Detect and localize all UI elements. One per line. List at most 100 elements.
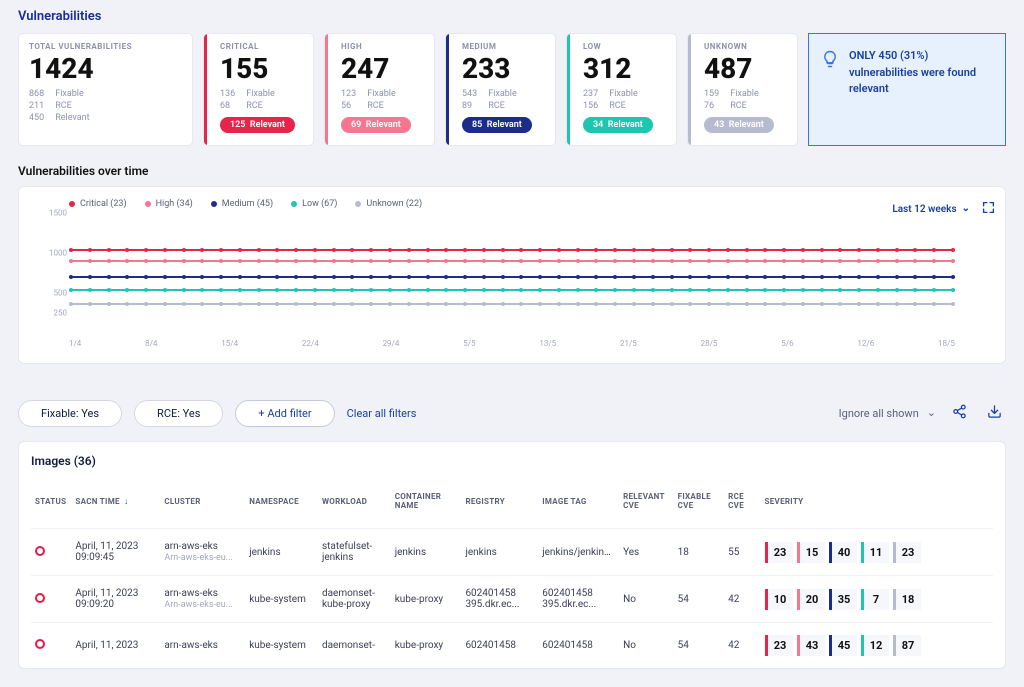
share-icon[interactable] (948, 400, 971, 427)
cell-fixable: 54 (674, 623, 725, 669)
status-indicator (35, 593, 45, 603)
card-total[interactable]: TOTAL VULNERABILITIES 1424 868 Fixable 21… (18, 33, 193, 146)
legend-item-medium[interactable]: Medium (45) (211, 199, 273, 209)
column-header[interactable]: REGISTRY (461, 478, 538, 529)
x-tick: 5/6 (781, 339, 793, 353)
card-label: LOW (583, 42, 666, 51)
ignore-all-dropdown[interactable]: Ignore all shown ⌄ (839, 407, 936, 420)
relevant-pill: 34 Relevant (583, 117, 653, 133)
add-filter-button[interactable]: + Add filter (235, 400, 334, 427)
legend-item-unknown[interactable]: Unknown (22) (355, 199, 422, 209)
cell-registry: jenkins (461, 529, 538, 576)
y-tick: 1500 (49, 209, 67, 218)
cell-relevant: No (619, 576, 674, 623)
card-label: TOTAL VULNERABILITIES (29, 42, 182, 51)
column-header[interactable]: CLUSTER (160, 478, 245, 529)
stat-rce: 56 RCE (341, 101, 424, 111)
ignore-all-label: Ignore all shown (839, 407, 919, 420)
series-low (69, 289, 955, 291)
severity-count-low: 7 (861, 589, 889, 610)
card-label: HIGH (341, 42, 424, 51)
stat-rce: 156 RCE (583, 101, 666, 111)
card-label: UNKNOWN (704, 42, 787, 51)
column-header[interactable]: NAMESPACE (245, 478, 318, 529)
severity-count-medium: 35 (829, 589, 857, 610)
highlight-text: ONLY 450 (31%) vulnerabilities were foun… (849, 48, 993, 98)
stat-row: 211 RCE (29, 101, 182, 111)
column-header[interactable]: FIXABLE CVE (674, 478, 725, 529)
series-unknown (69, 303, 955, 305)
column-header[interactable]: RCE CVE (724, 478, 760, 529)
card-low[interactable]: LOW 312 237 Fixable 156 RCE 34 Relevant (566, 33, 677, 146)
card-high[interactable]: HIGH 247 123 Fixable 56 RCE 69 Relevant (324, 33, 435, 146)
severity-count-high: 20 (797, 589, 825, 610)
stat-row: 450 Relevant (29, 113, 182, 123)
cell-cluster: arn-aws-eksArn-aws-eks-eu... (160, 576, 245, 623)
card-value: 155 (220, 53, 303, 85)
cell-cluster: arn-aws-eksArn-aws-eks-eu... (160, 529, 245, 576)
card-label: MEDIUM (462, 42, 545, 51)
stat-row: 868 Fixable (29, 89, 182, 99)
images-table-card: Images (36) STATUSSACN TIME ↓CLUSTERNAME… (18, 441, 1006, 669)
cell-cluster: arn-aws-eks (160, 623, 245, 669)
cell-rce: 42 (724, 623, 760, 669)
column-header[interactable]: STATUS (31, 478, 71, 529)
card-critical[interactable]: CRITICAL 155 136 Fixable 68 RCE 125 Rele… (203, 33, 314, 146)
cell-fixable: 18 (674, 529, 725, 576)
card-medium[interactable]: MEDIUM 233 543 Fixable 89 RCE 85 Relevan… (445, 33, 556, 146)
status-indicator (35, 546, 45, 556)
cell-namespace: kube-system (245, 623, 318, 669)
cell-registry: 602401458 (461, 623, 538, 669)
stat-fixable: 136 Fixable (220, 89, 303, 99)
highlight-card: ONLY 450 (31%) vulnerabilities were foun… (808, 33, 1006, 146)
severity-count-critical: 10 (765, 589, 793, 610)
legend-item-low[interactable]: Low (67) (291, 199, 337, 209)
card-unknown[interactable]: UNKNOWN 487 159 Fixable 76 RCE 43 Releva… (687, 33, 798, 146)
cell-scan-time: April, 11, 2023 (71, 623, 160, 669)
x-tick: 8/4 (145, 339, 157, 353)
filter-chip[interactable]: RCE: Yes (134, 400, 223, 427)
stat-fixable: 123 Fixable (341, 89, 424, 99)
chevron-down-icon: ⌄ (927, 406, 936, 419)
severity-count-unknown: 23 (893, 542, 921, 563)
lightbulb-icon (821, 50, 839, 72)
card-value: 1424 (29, 53, 182, 85)
x-tick: 1/4 (69, 339, 81, 353)
column-header[interactable]: WORKLOAD (318, 478, 391, 529)
table-row[interactable]: April, 11, 2023 09:09:20 arn-aws-eksArn-… (31, 576, 993, 623)
clear-filters-button[interactable]: Clear all filters (347, 407, 417, 420)
filter-chip[interactable]: Fixable: Yes (18, 400, 122, 427)
chart-card: Critical (23) High (34) Medium (45) Low (67… (18, 186, 1006, 364)
stat-fixable: 543 Fixable (462, 89, 545, 99)
column-header[interactable]: CONTAINER NAME (391, 478, 462, 529)
x-tick: 15/4 (221, 339, 238, 353)
column-header[interactable]: SEVERITY (761, 478, 993, 529)
cell-rce: 55 (724, 529, 760, 576)
card-value: 487 (704, 53, 787, 85)
cell-container: kube-proxy (391, 576, 462, 623)
table-row[interactable]: April, 11, 2023 arn-aws-eks kube-system … (31, 623, 993, 669)
legend-item-critical[interactable]: Critical (23) (69, 199, 127, 209)
page-title: Vulnerabilities (0, 0, 1024, 33)
column-header[interactable]: RELEVANT CVE (619, 478, 674, 529)
chart-plot-area[interactable]: 25050010001500 1/48/415/422/429/45/513/5… (69, 213, 955, 353)
table-row[interactable]: April, 11, 2023 09:09:45 arn-aws-eksArn-… (31, 529, 993, 576)
relevant-pill: 85 Relevant (462, 117, 532, 133)
cell-container: kube-proxy (391, 623, 462, 669)
images-title: Images (36) (31, 454, 993, 478)
cell-relevant: Yes (619, 529, 674, 576)
expand-icon[interactable] (982, 201, 995, 218)
cell-workload: statefulset-jenkins (318, 529, 391, 576)
filter-bar: Fixable: Yes RCE: Yes + Add filter Clear … (0, 364, 1024, 441)
cell-namespace: kube-system (245, 576, 318, 623)
cell-container: jenkins (391, 529, 462, 576)
column-header[interactable]: IMAGE TAG (538, 478, 619, 529)
cell-workload: daemonset- (318, 623, 391, 669)
cell-image-tag: jenkins/jenkins:2.34... (538, 529, 619, 576)
legend-item-high[interactable]: High (34) (145, 199, 193, 209)
download-icon[interactable] (983, 400, 1006, 427)
column-header[interactable]: SACN TIME ↓ (71, 478, 160, 529)
series-high (69, 260, 955, 262)
severity-count-medium: 40 (829, 542, 857, 563)
cell-registry: 602401458 395.dkr.ec... (461, 576, 538, 623)
